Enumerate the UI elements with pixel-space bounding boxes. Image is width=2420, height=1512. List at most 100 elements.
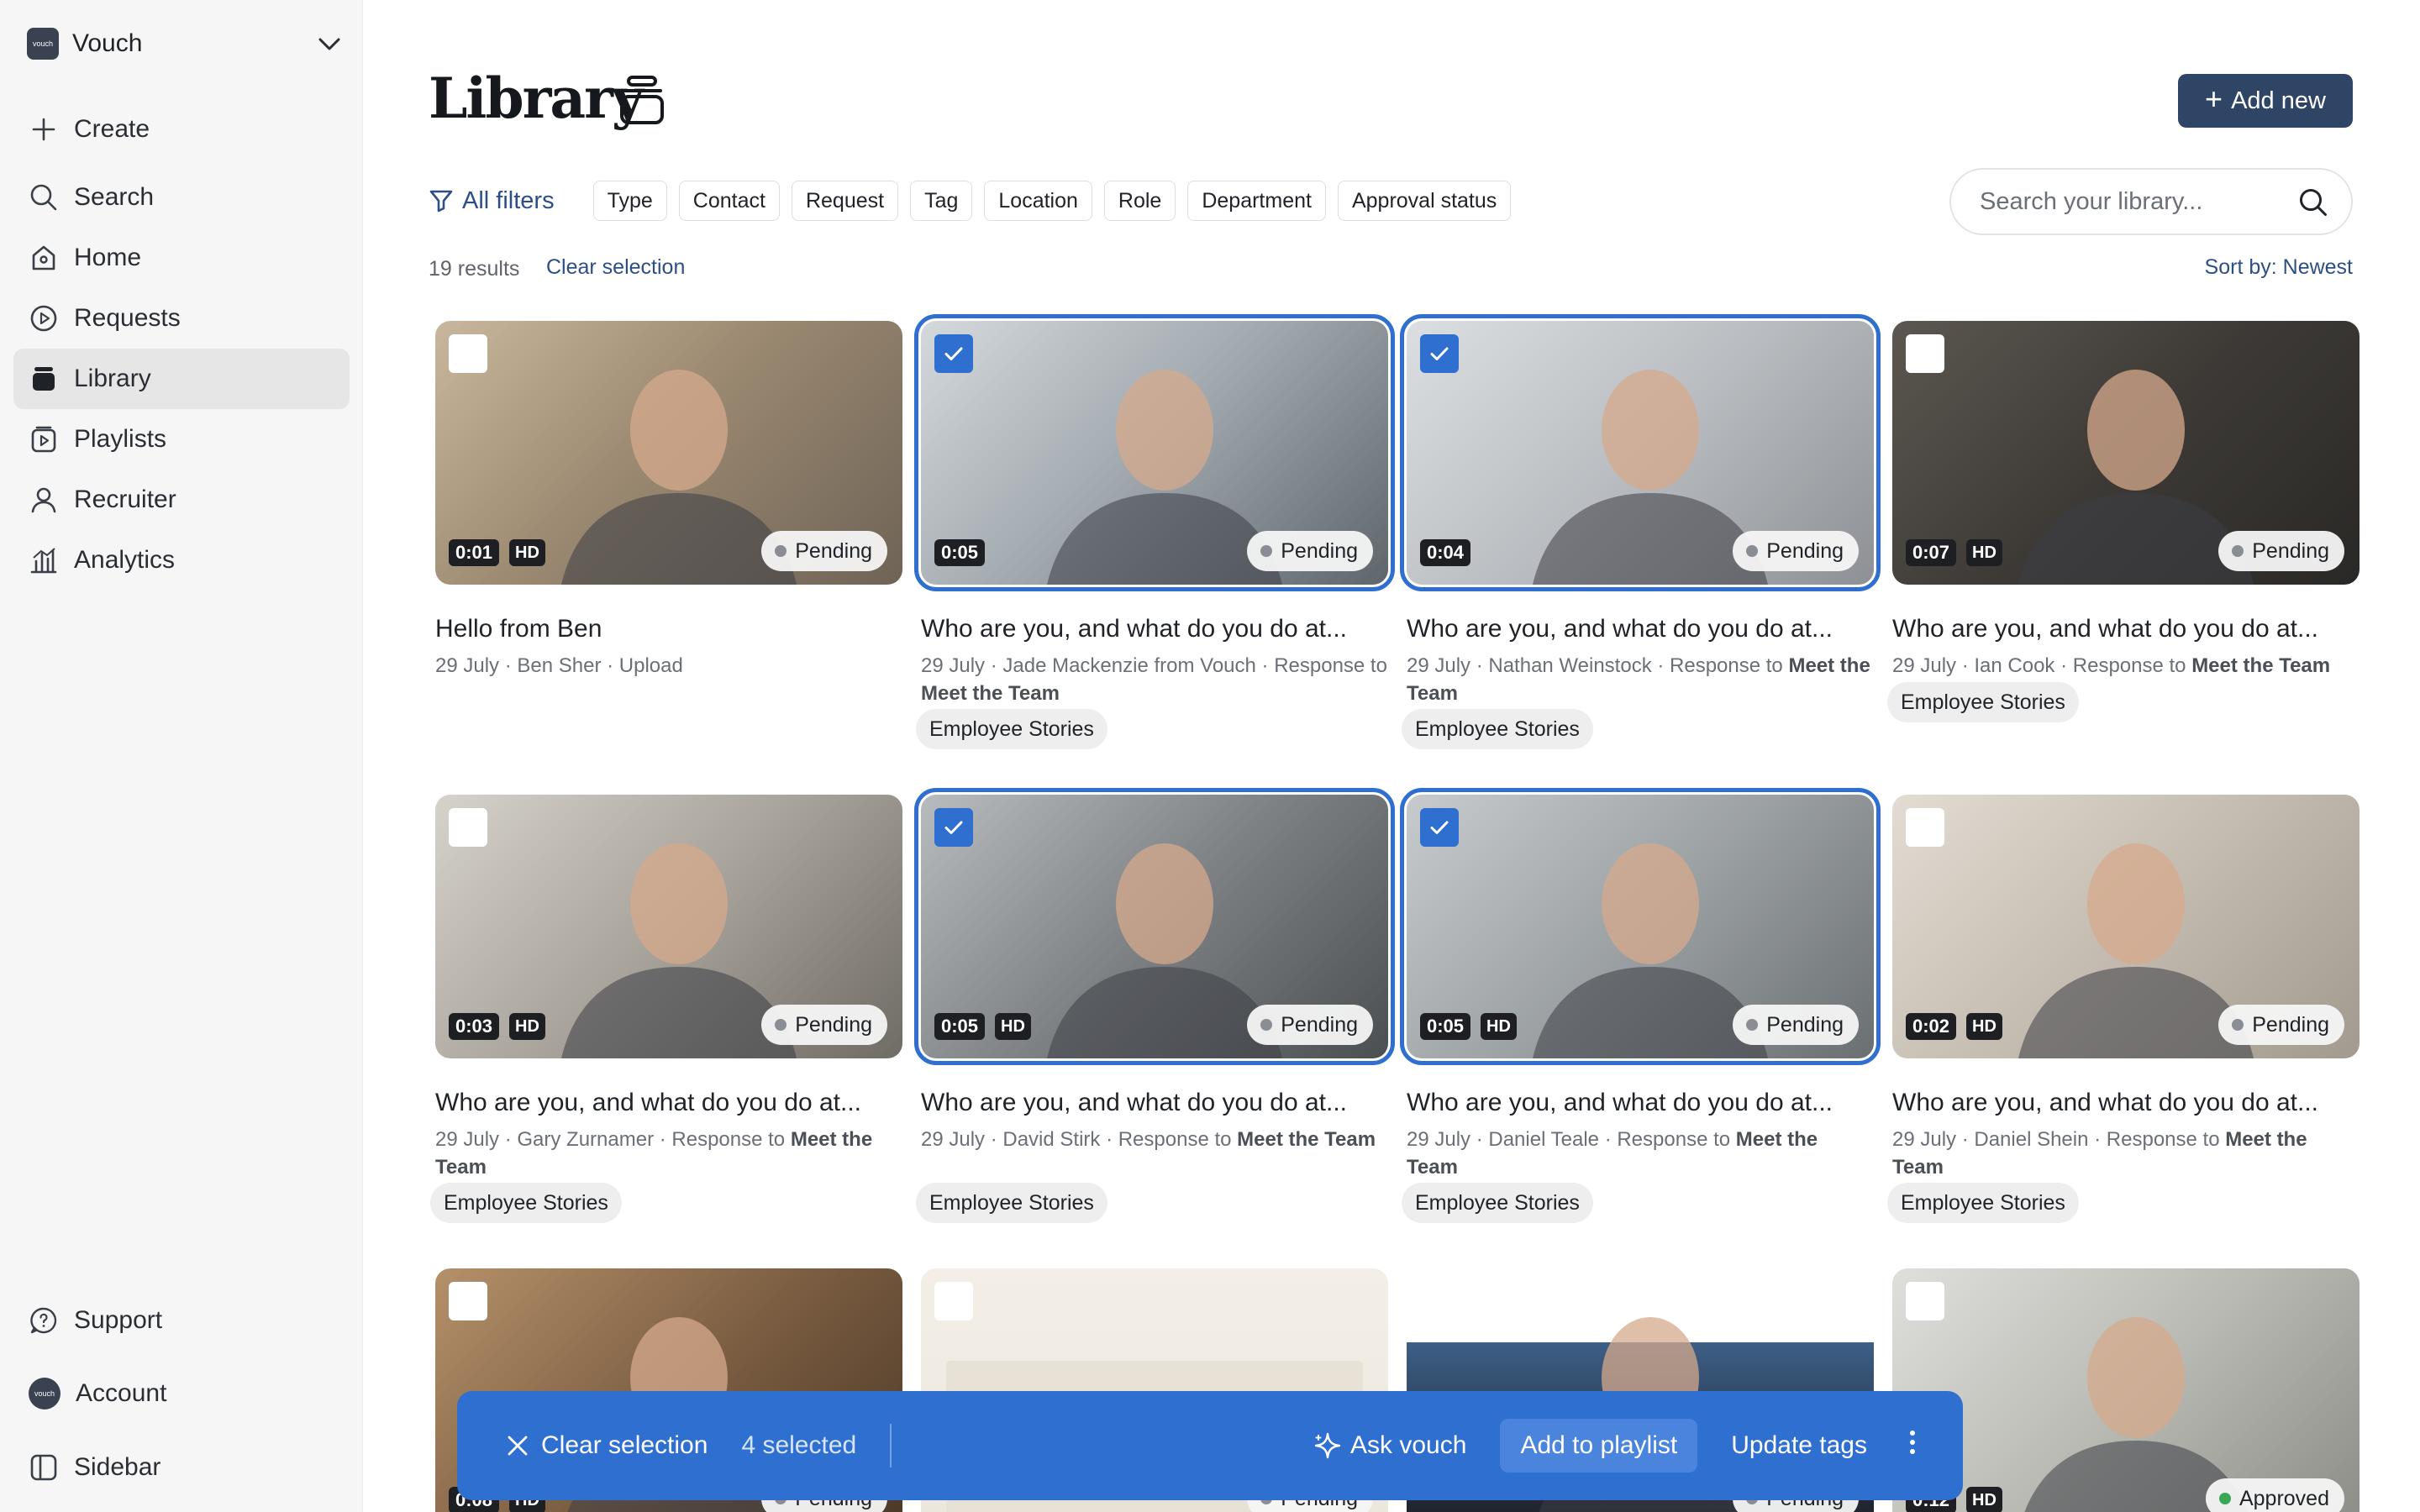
video-meta: 29 July · Jade Mackenzie from Vouch · Re… (921, 652, 1388, 707)
divider (890, 1424, 892, 1467)
video-title[interactable]: Who are you, and what do you do at... (1407, 615, 1874, 643)
duration-badge: 0:07 (1906, 539, 1957, 566)
tag-pill[interactable]: Employee Stories (430, 1183, 622, 1223)
video-title[interactable]: Who are you, and what do you do at... (921, 1089, 1388, 1117)
sidebar-item-playlists[interactable]: Playlists (13, 409, 350, 470)
select-checkbox[interactable] (1420, 808, 1459, 847)
tag-pill[interactable]: Employee Stories (1887, 1183, 2079, 1223)
status-dot (1746, 1019, 1759, 1031)
workspace-switcher[interactable]: vouch Vouch (27, 27, 343, 60)
video-title[interactable]: Hello from Ben (435, 615, 902, 643)
duration-badge: 0:05 (934, 539, 986, 566)
sidebar-item-library[interactable]: Library (13, 349, 350, 409)
sidebar-item-analytics[interactable]: Analytics (13, 530, 350, 591)
page-title: Library (429, 66, 644, 131)
filter-chip-type[interactable]: Type (592, 181, 667, 221)
sidebar-item-recruiter[interactable]: Recruiter (13, 470, 350, 530)
add-to-playlist-button[interactable]: Add to playlist (1500, 1419, 1698, 1473)
video-thumbnail[interactable]: 0:05 HD Pending (1400, 788, 1881, 1065)
sidebar-item-account[interactable]: vouch Account (13, 1363, 350, 1424)
video-meta-text: 29 July · Jade Mackenzie from Vouch · Re… (921, 654, 1387, 677)
sidebar-item-label: Requests (74, 304, 181, 332)
sidebar-item-requests[interactable]: Requests (13, 288, 350, 349)
filter-chip-role[interactable]: Role (1103, 181, 1176, 221)
all-filters-button[interactable]: All filters (429, 187, 555, 215)
filter-chip-tag[interactable]: Tag (910, 181, 973, 221)
clear-selection-link[interactable]: Clear selection (546, 255, 685, 280)
video-meta-text: 29 July · Nathan Weinstock · Response to (1407, 654, 1789, 677)
sidebar-item-label: Library (74, 365, 151, 392)
video-thumbnail[interactable]: 0:02 HD Pending (1892, 795, 2360, 1058)
ask-vouch-button[interactable]: Ask vouch (1313, 1431, 1466, 1460)
sidebar-item-create[interactable]: Create (13, 99, 350, 160)
select-checkbox[interactable] (1906, 1282, 1944, 1320)
tag-pill[interactable]: Employee Stories (916, 1183, 1107, 1223)
select-checkbox[interactable] (449, 808, 487, 847)
sidebar-item-label: Recruiter (74, 486, 176, 513)
status-dot (775, 1019, 787, 1031)
sidebar-item-label: Support (74, 1306, 163, 1334)
tag-pill[interactable]: Employee Stories (1402, 1183, 1593, 1223)
video-title[interactable]: Who are you, and what do you do at... (921, 615, 1388, 643)
search-input[interactable] (1980, 187, 2291, 216)
sidebar-item-search[interactable]: Search (13, 167, 350, 228)
select-checkbox[interactable] (1906, 808, 1944, 847)
select-checkbox[interactable] (449, 1282, 487, 1320)
clear-selection-button[interactable]: Clear selection (506, 1431, 708, 1460)
sidebar-item-label: Account (76, 1379, 167, 1407)
status-dot (2218, 1493, 2231, 1504)
filter-chip-request[interactable]: Request (791, 181, 899, 221)
video-thumbnail[interactable]: 0:01 HD Pending (435, 321, 902, 585)
sidebar-item-home[interactable]: Home (13, 228, 350, 288)
status-badge: Pending (2218, 1005, 2344, 1045)
select-checkbox[interactable] (934, 808, 973, 847)
video-title[interactable]: Who are you, and what do you do at... (435, 1089, 902, 1117)
duration-badge: 0:05 (1420, 1013, 1471, 1040)
select-checkbox[interactable] (1420, 334, 1459, 373)
sidebar-item-label: Playlists (74, 425, 167, 453)
tag-pill[interactable]: Employee Stories (1402, 709, 1593, 749)
video-thumbnail[interactable]: 0:04 Pending (1400, 314, 1881, 591)
request-link[interactable]: Meet the Team (921, 682, 1060, 705)
video-thumbnail[interactable]: 0:03 HD Pending (435, 795, 902, 1058)
add-new-button[interactable]: + Add new (2178, 74, 2353, 128)
tag-pill[interactable]: Employee Stories (916, 709, 1107, 749)
all-filters-label: All filters (462, 186, 555, 214)
request-link[interactable]: Meet the Team (2191, 654, 2330, 677)
filter-chip-approval-status[interactable]: Approval status (1337, 181, 1512, 221)
video-meta-text: 29 July · David Stirk · Response to (921, 1128, 1238, 1151)
video-meta: 29 July · Daniel Shein · Response to Mee… (1892, 1126, 2360, 1181)
video-thumbnail[interactable]: 0:07 HD Pending (1892, 321, 2360, 585)
select-checkbox[interactable] (934, 334, 973, 373)
plus-icon: + (2205, 81, 2223, 116)
video-thumbnail[interactable]: 0:05 Pending (914, 314, 1395, 591)
video-title[interactable]: Who are you, and what do you do at... (1892, 1089, 2360, 1117)
select-checkbox[interactable] (934, 1282, 973, 1320)
video-meta-text: 29 July · Daniel Teale · Response to (1407, 1128, 1736, 1151)
filter-chip-department[interactable]: Department (1187, 181, 1326, 221)
video-title[interactable]: Who are you, and what do you do at... (1892, 615, 2360, 643)
update-tags-button[interactable]: Update tags (1731, 1431, 1867, 1460)
video-meta: 29 July · Gary Zurnamer · Response to Me… (435, 1126, 902, 1181)
video-meta-text: 29 July · Ian Cook · Response to (1892, 654, 2192, 677)
select-checkbox[interactable] (1906, 334, 1944, 373)
filter-chip-location[interactable]: Location (984, 181, 1092, 221)
tag-pill[interactable]: Employee Stories (1887, 682, 2079, 722)
select-checkbox[interactable] (1420, 1282, 1459, 1320)
selection-action-bar: Clear selection 4 selected Ask vouch Add… (457, 1391, 1963, 1500)
video-thumbnail[interactable]: 0:05 HD Pending (914, 788, 1395, 1065)
video-title[interactable]: Who are you, and what do you do at... (1407, 1089, 1874, 1117)
select-checkbox[interactable] (449, 334, 487, 373)
duration-badge: 0:02 (1906, 1013, 1957, 1040)
request-link[interactable]: Meet the Team (1237, 1128, 1376, 1151)
filter-chip-contact[interactable]: Contact (678, 181, 780, 221)
status-badge: Pending (761, 1005, 887, 1045)
sidebar-item-support[interactable]: Support (13, 1290, 350, 1351)
search-icon[interactable] (2297, 186, 2329, 218)
video-meta: 29 July · Nathan Weinstock · Response to… (1407, 652, 1874, 707)
sort-dropdown[interactable]: Sort by: Newest (2205, 255, 2353, 280)
sidebar-item-sidebar[interactable]: Sidebar (13, 1437, 350, 1498)
status-badge: Approved (2205, 1478, 2344, 1512)
hd-badge: HD (1481, 1013, 1517, 1040)
more-options-icon[interactable] (1909, 1430, 1916, 1462)
